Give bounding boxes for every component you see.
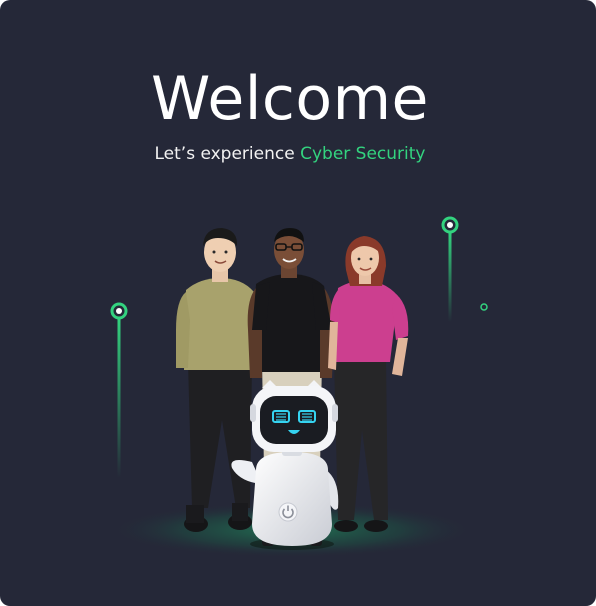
glow-node-icon	[110, 302, 128, 478]
person-icon	[176, 228, 264, 532]
person-icon	[328, 236, 409, 532]
team-illustration	[107, 216, 488, 558]
glow-dot-icon	[480, 303, 488, 311]
power-icon	[278, 502, 298, 522]
glow-node-icon	[441, 216, 459, 322]
welcome-card: Welcome Let’s experience Cyber Security	[0, 0, 596, 606]
